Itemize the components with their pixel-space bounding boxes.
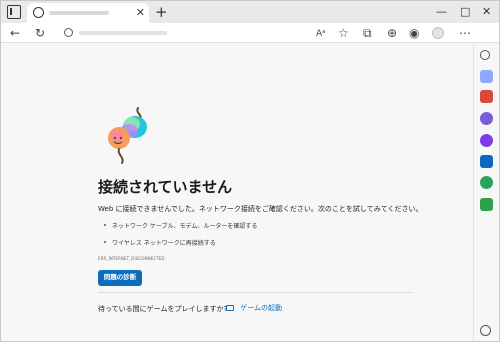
divider bbox=[98, 292, 413, 293]
read-aloud-icon[interactable]: Aᵃ bbox=[316, 26, 326, 42]
drop-icon[interactable] bbox=[480, 176, 493, 189]
tab-favicon-icon bbox=[33, 7, 44, 18]
address-bar[interactable] bbox=[57, 25, 439, 41]
profile-avatar[interactable] bbox=[432, 27, 444, 39]
outlook-icon[interactable] bbox=[480, 155, 493, 168]
minimize-button[interactable]: — bbox=[436, 4, 447, 20]
sparkle-icon[interactable] bbox=[480, 134, 493, 147]
close-window-button[interactable]: ✕ bbox=[482, 4, 491, 20]
error-code: ERR_INTERNET_DISCONNECTED bbox=[98, 256, 165, 261]
list-item: ワイヤレス ネットワークに再接続する bbox=[104, 238, 257, 247]
back-button[interactable]: ← bbox=[10, 25, 20, 41]
tab-strip: ✕ + — □ ✕ bbox=[1, 1, 499, 23]
extensions-icon[interactable]: ⧉ bbox=[363, 25, 372, 41]
settings-menu-icon[interactable]: ⋯ bbox=[459, 25, 471, 41]
favorite-icon[interactable]: ☆ bbox=[338, 25, 349, 41]
active-tab[interactable]: ✕ bbox=[27, 3, 149, 23]
refresh-button[interactable]: ↻ bbox=[35, 25, 45, 41]
game-controller-icon bbox=[226, 305, 234, 311]
tab-actions-icon[interactable] bbox=[7, 5, 21, 19]
tree-icon[interactable] bbox=[480, 198, 493, 211]
tab-close-icon[interactable]: ✕ bbox=[136, 5, 145, 21]
sidebar bbox=[473, 44, 499, 341]
new-tab-button[interactable]: + bbox=[155, 4, 168, 20]
error-description: Web に接続できませんでした。ネットワーク接続をご確認ください。次のことを試し… bbox=[98, 205, 423, 213]
site-info-icon[interactable] bbox=[64, 28, 73, 37]
people-icon[interactable] bbox=[480, 112, 493, 125]
navigation-toolbar: ← ↻ Aᵃ ☆ ⧉ ⊕ ◉ ⋯ bbox=[1, 23, 499, 43]
tab-title-blurred bbox=[49, 11, 109, 15]
list-item: ネットワーク ケーブル、モデム、ルーターを確認する bbox=[104, 221, 257, 230]
start-game-link[interactable]: ゲームの起動 bbox=[226, 303, 282, 313]
start-game-label[interactable]: ゲームの起動 bbox=[240, 303, 282, 313]
maximize-button[interactable]: □ bbox=[460, 4, 470, 20]
disconnected-illustration bbox=[108, 107, 147, 164]
browser-window: ✕ + — □ ✕ ← ↻ Aᵃ ☆ ⧉ ⊕ ◉ ⋯ 接続されていません Web… bbox=[0, 0, 500, 342]
search-icon[interactable] bbox=[480, 50, 490, 60]
diagnose-button[interactable]: 問題の診断 bbox=[98, 270, 142, 286]
error-page: 接続されていません Web に接続できませんでした。ネットワーク接続をご確認くだ… bbox=[1, 44, 473, 341]
toolbox-icon[interactable] bbox=[480, 90, 493, 103]
copilot-icon[interactable]: ◉ bbox=[409, 25, 419, 41]
game-prompt: 待っている間にゲームをプレイしますか? bbox=[98, 305, 228, 313]
address-url-blurred bbox=[79, 31, 167, 35]
settings-icon[interactable] bbox=[480, 325, 491, 336]
suggestion-list: ネットワーク ケーブル、モデム、ルーターを確認する ワイヤレス ネットワークに再… bbox=[104, 221, 257, 255]
collections-icon[interactable]: ⊕ bbox=[387, 25, 397, 41]
tag-icon[interactable] bbox=[480, 70, 493, 83]
page-title: 接続されていません bbox=[98, 178, 233, 196]
